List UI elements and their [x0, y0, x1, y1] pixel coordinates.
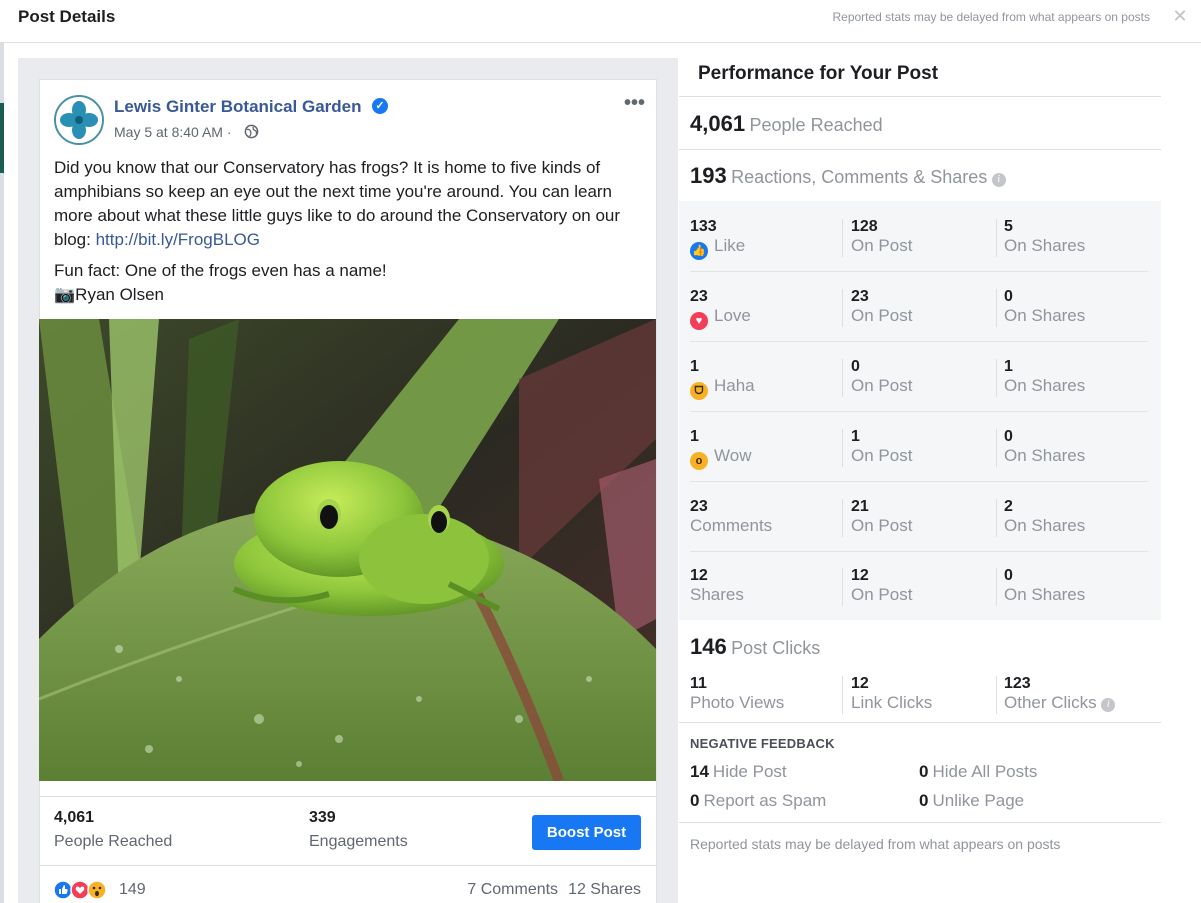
love-on-post: 23 On Post [851, 288, 913, 325]
fun-fact-text: Fun fact: One of the frogs even has a na… [54, 261, 387, 280]
separator [996, 676, 997, 714]
separator [996, 568, 997, 606]
info-icon[interactable]: i [1101, 698, 1116, 712]
close-icon[interactable]: ✕ [1170, 6, 1190, 26]
haha-icon: ᗜ [690, 382, 708, 400]
separator [996, 289, 997, 327]
reactions-summary: 193 Reactions, Comments & Shares i [690, 163, 1006, 189]
separator [842, 676, 843, 714]
other-clicks: 123 Other Clicks i [1004, 675, 1116, 713]
post-clicks-count: 146 [690, 634, 727, 659]
separator [842, 499, 843, 537]
haha-on-post: 0 On Post [851, 358, 913, 395]
frog-photo-image [39, 319, 656, 781]
shares-link[interactable]: 12 Shares [568, 881, 641, 898]
divider [679, 96, 1161, 97]
row-divider [690, 271, 1148, 272]
info-icon[interactable]: i [991, 173, 1006, 187]
hide-all-posts-stat: 0 Hide All Posts [919, 762, 1038, 781]
photo-credit: 📷Ryan Olsen [54, 285, 164, 304]
divider [679, 822, 1161, 823]
separator [842, 429, 843, 467]
shares-on-shares: 0 On Shares [1004, 567, 1086, 604]
dialog-title: Post Details [18, 7, 116, 26]
separator [842, 219, 843, 257]
reactions-count[interactable]: 149 [119, 881, 146, 899]
separator [996, 219, 997, 257]
link-clicks: 12 Link Clicks [851, 675, 933, 712]
post-timestamp[interactable]: May 5 at 8:40 AM · [114, 124, 232, 140]
photo-views: 11 Photo Views [690, 675, 785, 712]
hide-post-stat: 14 Hide Post [690, 762, 787, 781]
blog-link[interactable]: http://bit.ly/FrogBLOG [96, 230, 260, 249]
reached-label: People Reached [749, 115, 883, 135]
row-divider [690, 341, 1148, 342]
post-photo[interactable] [39, 319, 656, 781]
background-edge [0, 43, 4, 903]
comments-on-shares: 2 On Shares [1004, 498, 1086, 535]
performance-title: Performance for Your Post [698, 63, 939, 84]
row-divider [690, 551, 1148, 552]
post-clicks-label: Post Clicks [731, 638, 821, 658]
report-spam-stat: 0 Report as Spam [690, 791, 827, 810]
divider [39, 796, 657, 797]
comments-on-post: 21 On Post [851, 498, 913, 535]
haha-on-shares: 1 On Shares [1004, 358, 1086, 395]
reaction-icons[interactable] [53, 880, 115, 900]
rcs-label: Reactions, Comments & Shares [731, 167, 988, 187]
engagements-label: Engagements [309, 833, 408, 850]
reached-summary: 4,061 People Reached [690, 111, 883, 137]
globe-icon [244, 124, 259, 139]
breakdown-row-wow: 1 o Wow [690, 428, 751, 470]
engagements-count: 339 [309, 809, 336, 826]
divider [679, 722, 1161, 723]
love-on-shares: 0 On Shares [1004, 288, 1086, 325]
like-icon: 👍 [690, 242, 708, 260]
divider [679, 149, 1161, 150]
wow-icon: o [690, 452, 708, 470]
shares-on-post: 12 On Post [851, 567, 913, 604]
breakdown-row-shares: 12 Shares [690, 567, 744, 604]
wow-on-shares: 0 On Shares [1004, 428, 1086, 465]
row-divider [690, 481, 1148, 482]
people-reached-count: 4,061 [54, 809, 95, 826]
row-divider [690, 411, 1148, 412]
footer-note: Reported stats may be delayed from what … [690, 836, 1061, 852]
separator [996, 499, 997, 537]
breakdown-row-haha: 1 ᗜ Haha [690, 358, 755, 400]
wow-icon [87, 880, 107, 900]
comments-shares-summary: 7 Comments 12 Shares [457, 881, 641, 899]
breakdown-row-comments: 23 Comments [690, 498, 773, 535]
comments-link[interactable]: 7 Comments [467, 881, 558, 898]
reached-count: 4,061 [690, 111, 746, 136]
like-on-shares: 5 On Shares [1004, 218, 1086, 255]
negative-feedback-title: NEGATIVE FEEDBACK [690, 736, 835, 751]
like-on-post: 128 On Post [851, 218, 913, 255]
breakdown-row-love: 23 ♥ Love [690, 288, 751, 330]
page-avatar[interactable] [54, 95, 104, 145]
header-note: Reported stats may be delayed from what … [832, 10, 1150, 24]
flower-logo-icon [56, 97, 102, 143]
post-clicks-summary: 146 Post Clicks [690, 634, 820, 660]
love-icon: ♥ [690, 312, 708, 330]
verified-badge-icon: ✓ [372, 98, 388, 114]
separator [996, 429, 997, 467]
breakdown-row-like: 133 👍 Like [690, 218, 745, 260]
separator [842, 568, 843, 606]
rcs-count: 193 [690, 163, 727, 188]
separator [842, 289, 843, 327]
separator [996, 359, 997, 397]
separator [842, 359, 843, 397]
unlike-page-stat: 0 Unlike Page [919, 791, 1025, 810]
divider [39, 865, 657, 866]
wow-on-post: 1 On Post [851, 428, 913, 465]
post-text: Did you know that our Conservatory has f… [54, 158, 621, 249]
more-options-icon[interactable]: ••• [624, 92, 645, 115]
people-reached-label: People Reached [54, 833, 173, 850]
post-text-secondary: Fun fact: One of the frogs even has a na… [54, 259, 649, 307]
page-name-link[interactable]: Lewis Ginter Botanical Garden [114, 97, 362, 117]
boost-post-button[interactable]: Boost Post [532, 815, 641, 850]
